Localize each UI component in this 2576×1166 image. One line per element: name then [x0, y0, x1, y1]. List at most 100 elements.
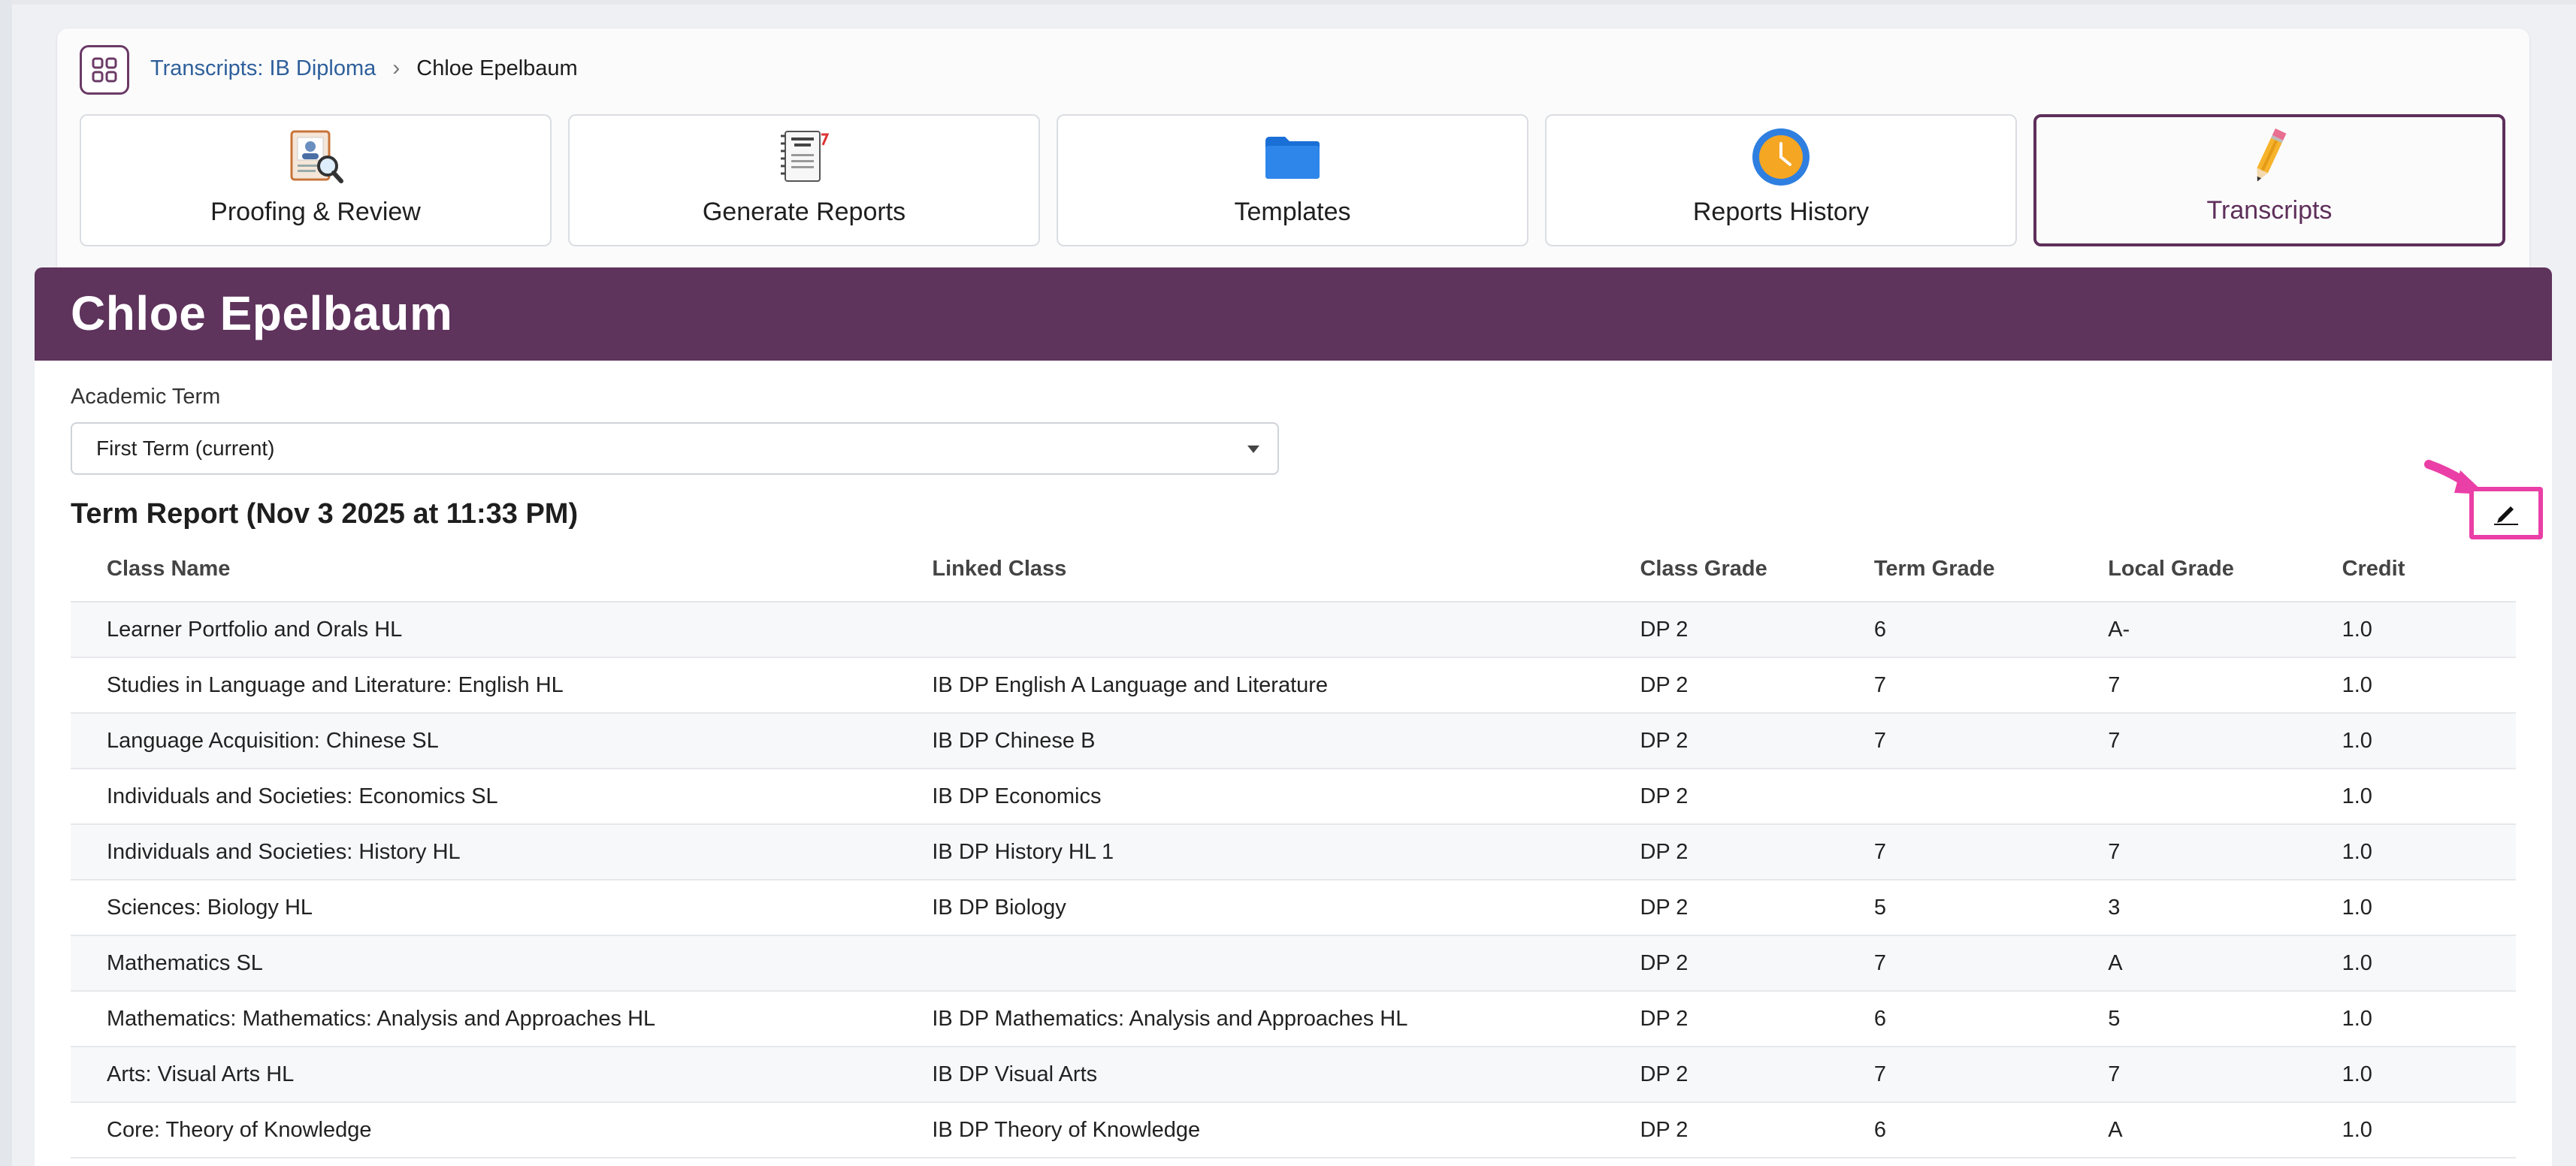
table-row: Individuals and Societies: History HL IB… [71, 824, 2516, 881]
class-grade-cell: DP 2 [1604, 1047, 1838, 1103]
breadcrumb-parent-link[interactable]: Transcripts: IB Diploma [150, 56, 376, 81]
column-header-class-grade[interactable]: Class Grade [1604, 536, 1838, 603]
local-grade-cell: 7 [2072, 1047, 2306, 1103]
tile-label: Proofing & Review [210, 198, 421, 226]
table-row: Language Acquisition: Chinese SL IB DP C… [71, 713, 2516, 769]
local-grade-cell: A- [2072, 602, 2306, 658]
class-name-cell: Mathematics SL [71, 935, 896, 992]
class-grade-cell: DP 2 [1604, 991, 1838, 1047]
column-header-term-grade[interactable]: Term Grade [1837, 536, 2073, 603]
credit-cell: 1.0 [2305, 769, 2516, 825]
table-row: Arts: Visual Arts HL IB DP Visual Arts D… [71, 1047, 2516, 1103]
column-header-credit[interactable]: Credit [2305, 536, 2516, 603]
credit-cell: 1.0 [2305, 657, 2516, 714]
class-name-cell: Core: Theory of Knowledge [71, 1102, 896, 1158]
class-name-cell: Arts: Visual Arts HL [71, 1047, 896, 1103]
pencil-icon [2257, 128, 2287, 182]
local-grade-cell: 7 [2072, 713, 2306, 769]
academic-term-label: Academic Term [71, 385, 221, 409]
linked-class-cell: IB DP Mathematics: Analysis and Approach… [896, 991, 1604, 1047]
edit-report-button[interactable] [2469, 487, 2543, 539]
top-edge [12, 0, 2576, 5]
class-name-cell: Mathematics: Mathematics: Analysis and A… [71, 991, 896, 1047]
table-row: Individuals and Societies: Economics SL … [71, 769, 2516, 825]
navigation-card: Transcripts: IB Diploma › Chloe Epelbaum… [57, 29, 2529, 296]
academic-term-select[interactable]: First Term (current) [71, 422, 1279, 475]
term-grade-cell: 5 [1837, 880, 2073, 936]
grades-table: Class Name Linked Class Class Grade Term… [71, 536, 2516, 1158]
tile-proofing-review[interactable]: Proofing & Review [80, 114, 552, 246]
column-header-local-grade[interactable]: Local Grade [2072, 536, 2306, 603]
apps-menu-button[interactable] [80, 45, 129, 95]
term-grade-cell [1837, 769, 2073, 825]
local-grade-cell: A [2072, 1102, 2306, 1158]
linked-class-cell: IB DP Visual Arts [896, 1047, 1604, 1103]
linked-class-cell: IB DP Theory of Knowledge [896, 1102, 1604, 1158]
linked-class-cell: IB DP Chinese B [896, 713, 1604, 769]
term-grade-cell: 7 [1837, 824, 2073, 881]
class-grade-cell: DP 2 [1604, 769, 1838, 825]
table-row: Learner Portfolio and Orals HL DP 2 6 A-… [71, 602, 2516, 658]
report-cards-icon [781, 131, 830, 182]
linked-class-cell [896, 935, 1604, 992]
clock-icon [1752, 128, 1810, 186]
term-grade-cell: 7 [1837, 935, 2073, 992]
local-grade-cell: 5 [2072, 991, 2306, 1047]
table-row: Mathematics: Mathematics: Analysis and A… [71, 991, 2516, 1047]
class-name-cell: Studies in Language and Literature: Engl… [71, 657, 896, 714]
edit-pencil-icon [2494, 506, 2518, 525]
local-grade-cell: 7 [2072, 657, 2306, 714]
class-grade-cell: DP 2 [1604, 824, 1838, 881]
left-edge-strip [0, 0, 12, 1166]
term-grade-cell: 7 [1837, 657, 2073, 714]
linked-class-cell: IB DP History HL 1 [896, 824, 1604, 881]
class-grade-cell: DP 2 [1604, 1102, 1838, 1158]
credit-cell: 1.0 [2305, 880, 2516, 936]
tile-label: Templates [1234, 198, 1351, 226]
transcript-panel: Academic Term First Term (current) Term … [35, 361, 2552, 1166]
chevron-right-icon: › [392, 56, 401, 80]
folder-icon [1265, 137, 1320, 179]
tile-reports-history[interactable]: Reports History [1545, 114, 2017, 246]
class-name-cell: Sciences: Biology HL [71, 880, 896, 936]
tile-label: Transcripts [2206, 196, 2333, 225]
student-name: Chloe Epelbaum [71, 286, 453, 340]
credit-cell: 1.0 [2305, 824, 2516, 881]
breadcrumb: Transcripts: IB Diploma › Chloe Epelbaum [150, 56, 578, 81]
credit-cell: 1.0 [2305, 1102, 2516, 1158]
column-header-linked-class[interactable]: Linked Class [896, 536, 1604, 603]
credit-cell: 1.0 [2305, 713, 2516, 769]
linked-class-cell [896, 602, 1604, 658]
table-row: Core: Theory of Knowledge IB DP Theory o… [71, 1102, 2516, 1158]
credit-cell: 1.0 [2305, 935, 2516, 992]
caret-down-icon [1247, 446, 1259, 453]
column-header-class-name[interactable]: Class Name [71, 536, 896, 603]
tile-label: Generate Reports [702, 198, 906, 226]
term-grade-cell: 7 [1837, 1047, 2073, 1103]
table-row: Studies in Language and Literature: Engl… [71, 657, 2516, 714]
linked-class-cell: IB DP Economics [896, 769, 1604, 825]
linked-class-cell: IB DP English A Language and Literature [896, 657, 1604, 714]
tile-generate-reports[interactable]: Generate Reports [568, 114, 1040, 246]
report-title: Term Report (Nov 3 2025 at 11:33 PM) [71, 498, 579, 530]
local-grade-cell: 7 [2072, 824, 2306, 881]
term-grade-cell: 6 [1837, 991, 2073, 1047]
term-grade-cell: 7 [1837, 713, 2073, 769]
class-grade-cell: DP 2 [1604, 880, 1838, 936]
class-grade-cell: DP 2 [1604, 602, 1838, 658]
proofing-icon [290, 130, 343, 183]
local-grade-cell [2072, 769, 2306, 825]
tile-transcripts[interactable]: Transcripts [2033, 114, 2505, 246]
tile-templates[interactable]: Templates [1057, 114, 1528, 246]
local-grade-cell: A [2072, 935, 2306, 992]
tile-label: Reports History [1692, 198, 1870, 226]
local-grade-cell: 3 [2072, 880, 2306, 936]
table-header-row: Class Name Linked Class Class Grade Term… [71, 536, 2516, 603]
class-grade-cell: DP 2 [1604, 713, 1838, 769]
credit-cell: 1.0 [2305, 602, 2516, 658]
class-name-cell: Individuals and Societies: Economics SL [71, 769, 896, 825]
credit-cell: 1.0 [2305, 991, 2516, 1047]
linked-class-cell: IB DP Biology [896, 880, 1604, 936]
class-grade-cell: DP 2 [1604, 935, 1838, 992]
grid-icon [92, 57, 117, 83]
